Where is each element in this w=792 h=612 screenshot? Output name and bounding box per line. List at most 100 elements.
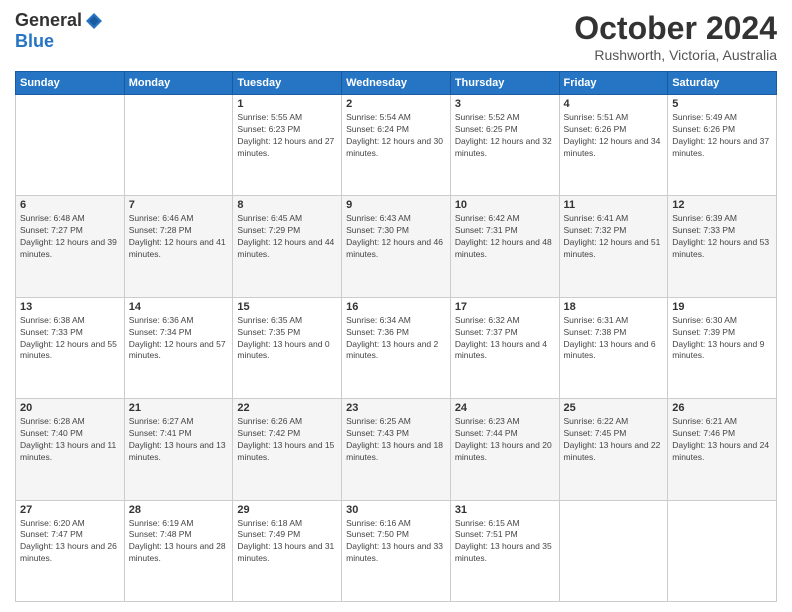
day-number: 10 <box>455 199 555 211</box>
day-info: Sunrise: 6:22 AM Sunset: 7:45 PM Dayligh… <box>564 416 664 464</box>
day-info: Sunrise: 5:51 AM Sunset: 6:26 PM Dayligh… <box>564 112 664 160</box>
day-info: Sunrise: 5:55 AM Sunset: 6:23 PM Dayligh… <box>237 112 337 160</box>
logo-icon <box>84 11 104 31</box>
day-info: Sunrise: 6:43 AM Sunset: 7:30 PM Dayligh… <box>346 213 446 261</box>
calendar-table: Sunday Monday Tuesday Wednesday Thursday… <box>15 71 777 602</box>
day-info: Sunrise: 6:30 AM Sunset: 7:39 PM Dayligh… <box>672 315 772 363</box>
calendar-cell: 22 Sunrise: 6:26 AM Sunset: 7:42 PM Dayli… <box>233 399 342 500</box>
month-title: October 2024 <box>574 10 777 47</box>
calendar-week-row: 1Sunrise: 5:55 AM Sunset: 6:23 PM Daylig… <box>16 95 777 196</box>
day-number: 5 <box>672 98 772 110</box>
day-number: 29 <box>237 504 337 516</box>
day-info: Sunrise: 6:41 AM Sunset: 7:32 PM Dayligh… <box>564 213 664 261</box>
day-number: 14 <box>129 301 229 313</box>
day-info: Sunrise: 6:35 AM Sunset: 7:35 PM Dayligh… <box>237 315 337 363</box>
calendar-cell <box>559 500 668 601</box>
day-info: Sunrise: 6:32 AM Sunset: 7:37 PM Dayligh… <box>455 315 555 363</box>
calendar-cell: 27Sunrise: 6:20 AM Sunset: 7:47 PM Dayli… <box>16 500 125 601</box>
calendar-cell: 24 Sunrise: 6:23 AM Sunset: 7:44 PM Dayli… <box>450 399 559 500</box>
day-info: Sunrise: 6:16 AM Sunset: 7:50 PM Dayligh… <box>346 518 446 566</box>
logo-general-text: General <box>15 10 82 31</box>
calendar-cell: 4 Sunrise: 5:51 AM Sunset: 6:26 PM Daylig… <box>559 95 668 196</box>
day-info: Sunrise: 6:42 AM Sunset: 7:31 PM Dayligh… <box>455 213 555 261</box>
header-sunday: Sunday <box>16 72 125 95</box>
calendar-week-row: 27Sunrise: 6:20 AM Sunset: 7:47 PM Dayli… <box>16 500 777 601</box>
calendar-cell: 10 Sunrise: 6:42 AM Sunset: 7:31 PM Dayli… <box>450 196 559 297</box>
day-number: 20 <box>20 402 120 414</box>
day-number: 4 <box>564 98 664 110</box>
calendar-cell: 3Sunrise: 5:52 AM Sunset: 6:25 PM Daylig… <box>450 95 559 196</box>
day-number: 28 <box>129 504 229 516</box>
day-info: Sunrise: 6:31 AM Sunset: 7:38 PM Dayligh… <box>564 315 664 363</box>
calendar-cell: 18 Sunrise: 6:31 AM Sunset: 7:38 PM Dayli… <box>559 297 668 398</box>
calendar-cell: 9 Sunrise: 6:43 AM Sunset: 7:30 PM Daylig… <box>342 196 451 297</box>
calendar-cell <box>124 95 233 196</box>
calendar-header-row: Sunday Monday Tuesday Wednesday Thursday… <box>16 72 777 95</box>
day-number: 24 <box>455 402 555 414</box>
header-saturday: Saturday <box>668 72 777 95</box>
title-section: October 2024 Rushworth, Victoria, Austra… <box>574 10 777 63</box>
calendar-cell <box>16 95 125 196</box>
day-number: 12 <box>672 199 772 211</box>
calendar-week-row: 20 Sunrise: 6:28 AM Sunset: 7:40 PM Dayli… <box>16 399 777 500</box>
calendar-cell: 19Sunrise: 6:30 AM Sunset: 7:39 PM Dayli… <box>668 297 777 398</box>
logo: General Blue <box>15 10 104 52</box>
calendar-page: General Blue October 2024 Rushworth, Vic… <box>0 0 792 612</box>
header-thursday: Thursday <box>450 72 559 95</box>
calendar-cell: 14 Sunrise: 6:36 AM Sunset: 7:34 PM Dayli… <box>124 297 233 398</box>
calendar-cell: 8Sunrise: 6:45 AM Sunset: 7:29 PM Daylig… <box>233 196 342 297</box>
day-info: Sunrise: 5:52 AM Sunset: 6:25 PM Dayligh… <box>455 112 555 160</box>
calendar-cell: 11 Sunrise: 6:41 AM Sunset: 7:32 PM Dayli… <box>559 196 668 297</box>
page-header: General Blue October 2024 Rushworth, Vic… <box>15 10 777 63</box>
day-info: Sunrise: 5:54 AM Sunset: 6:24 PM Dayligh… <box>346 112 446 160</box>
day-number: 22 <box>237 402 337 414</box>
day-info: Sunrise: 6:34 AM Sunset: 7:36 PM Dayligh… <box>346 315 446 363</box>
day-number: 7 <box>129 199 229 211</box>
day-number: 18 <box>564 301 664 313</box>
header-friday: Friday <box>559 72 668 95</box>
day-info: Sunrise: 5:49 AM Sunset: 6:26 PM Dayligh… <box>672 112 772 160</box>
calendar-cell: 25 Sunrise: 6:22 AM Sunset: 7:45 PM Dayli… <box>559 399 668 500</box>
day-info: Sunrise: 6:45 AM Sunset: 7:29 PM Dayligh… <box>237 213 337 261</box>
day-info: Sunrise: 6:21 AM Sunset: 7:46 PM Dayligh… <box>672 416 772 464</box>
day-number: 17 <box>455 301 555 313</box>
calendar-week-row: 13 Sunrise: 6:38 AM Sunset: 7:33 PM Dayli… <box>16 297 777 398</box>
day-info: Sunrise: 6:36 AM Sunset: 7:34 PM Dayligh… <box>129 315 229 363</box>
calendar-cell: 21Sunrise: 6:27 AM Sunset: 7:41 PM Dayli… <box>124 399 233 500</box>
day-number: 6 <box>20 199 120 211</box>
header-monday: Monday <box>124 72 233 95</box>
calendar-cell: 2Sunrise: 5:54 AM Sunset: 6:24 PM Daylig… <box>342 95 451 196</box>
day-number: 11 <box>564 199 664 211</box>
day-info: Sunrise: 6:28 AM Sunset: 7:40 PM Dayligh… <box>20 416 120 464</box>
day-number: 9 <box>346 199 446 211</box>
calendar-cell: 31 Sunrise: 6:15 AM Sunset: 7:51 PM Dayli… <box>450 500 559 601</box>
day-info: Sunrise: 6:48 AM Sunset: 7:27 PM Dayligh… <box>20 213 120 261</box>
calendar-cell: 6 Sunrise: 6:48 AM Sunset: 7:27 PM Daylig… <box>16 196 125 297</box>
day-info: Sunrise: 6:15 AM Sunset: 7:51 PM Dayligh… <box>455 518 555 566</box>
day-number: 27 <box>20 504 120 516</box>
calendar-cell: 16Sunrise: 6:34 AM Sunset: 7:36 PM Dayli… <box>342 297 451 398</box>
location-subtitle: Rushworth, Victoria, Australia <box>574 47 777 63</box>
calendar-cell: 15Sunrise: 6:35 AM Sunset: 7:35 PM Dayli… <box>233 297 342 398</box>
calendar-week-row: 6 Sunrise: 6:48 AM Sunset: 7:27 PM Daylig… <box>16 196 777 297</box>
day-number: 25 <box>564 402 664 414</box>
day-number: 31 <box>455 504 555 516</box>
calendar-cell: 26 Sunrise: 6:21 AM Sunset: 7:46 PM Dayli… <box>668 399 777 500</box>
calendar-cell: 7Sunrise: 6:46 AM Sunset: 7:28 PM Daylig… <box>124 196 233 297</box>
day-info: Sunrise: 6:38 AM Sunset: 7:33 PM Dayligh… <box>20 315 120 363</box>
day-info: Sunrise: 6:26 AM Sunset: 7:42 PM Dayligh… <box>237 416 337 464</box>
calendar-cell: 13 Sunrise: 6:38 AM Sunset: 7:33 PM Dayli… <box>16 297 125 398</box>
calendar-cell: 20 Sunrise: 6:28 AM Sunset: 7:40 PM Dayli… <box>16 399 125 500</box>
logo-blue-text: Blue <box>15 31 54 52</box>
day-number: 23 <box>346 402 446 414</box>
day-number: 30 <box>346 504 446 516</box>
header-wednesday: Wednesday <box>342 72 451 95</box>
day-number: 21 <box>129 402 229 414</box>
calendar-cell: 1Sunrise: 5:55 AM Sunset: 6:23 PM Daylig… <box>233 95 342 196</box>
calendar-cell: 17 Sunrise: 6:32 AM Sunset: 7:37 PM Dayli… <box>450 297 559 398</box>
day-number: 26 <box>672 402 772 414</box>
day-number: 13 <box>20 301 120 313</box>
day-info: Sunrise: 6:23 AM Sunset: 7:44 PM Dayligh… <box>455 416 555 464</box>
calendar-cell: 12 Sunrise: 6:39 AM Sunset: 7:33 PM Dayli… <box>668 196 777 297</box>
day-info: Sunrise: 6:39 AM Sunset: 7:33 PM Dayligh… <box>672 213 772 261</box>
